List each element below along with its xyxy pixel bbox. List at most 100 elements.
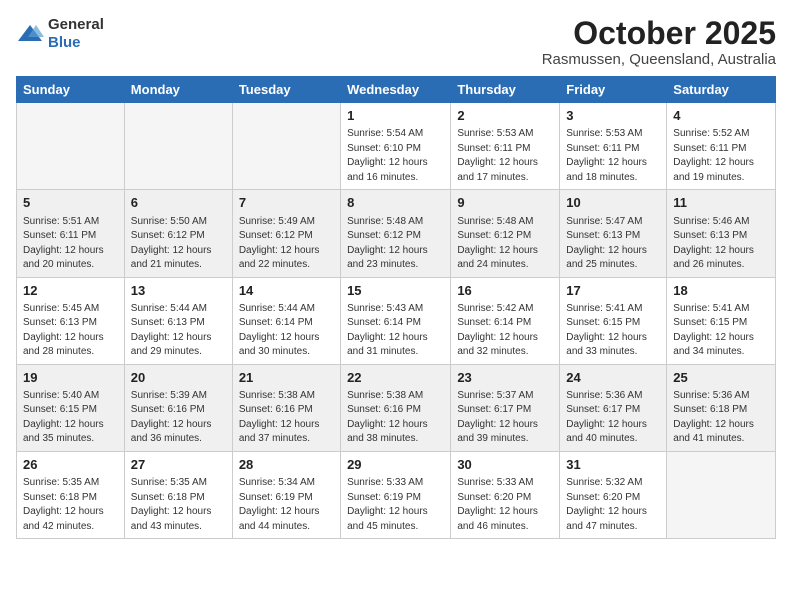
day-number: 31 <box>566 456 660 474</box>
calendar-cell: 27 Sunrise: 5:35 AM Sunset: 6:18 PM Dayli… <box>124 451 232 538</box>
day-info: Sunrise: 5:36 AM Sunset: 6:18 PM Dayligh… <box>673 389 769 447</box>
calendar-cell: 23 Sunrise: 5:37 AM Sunset: 6:17 PM Dayli… <box>451 364 560 451</box>
calendar-cell: 9 Sunrise: 5:48 AM Sunset: 6:12 PM Daylig… <box>451 190 560 277</box>
weekday-header-thursday: Thursday <box>451 77 560 103</box>
day-info: Sunrise: 5:47 AM Sunset: 6:13 PM Dayligh… <box>566 215 660 273</box>
day-info: Sunrise: 5:54 AM Sunset: 6:10 PM Dayligh… <box>347 127 444 185</box>
day-info: Sunrise: 5:35 AM Sunset: 6:18 PM Dayligh… <box>131 476 226 534</box>
logo-text-general: General <box>48 16 104 33</box>
day-info: Sunrise: 5:45 AM Sunset: 6:13 PM Dayligh… <box>23 302 118 360</box>
weekday-header-saturday: Saturday <box>667 77 776 103</box>
day-number: 3 <box>566 107 660 125</box>
day-number: 27 <box>131 456 226 474</box>
day-number: 1 <box>347 107 444 125</box>
day-info: Sunrise: 5:32 AM Sunset: 6:20 PM Dayligh… <box>566 476 660 534</box>
day-number: 22 <box>347 369 444 387</box>
day-info: Sunrise: 5:53 AM Sunset: 6:11 PM Dayligh… <box>566 127 660 185</box>
title-section: October 2025 Rasmussen, Queensland, Aust… <box>542 16 776 68</box>
day-info: Sunrise: 5:38 AM Sunset: 6:16 PM Dayligh… <box>239 389 334 447</box>
day-info: Sunrise: 5:46 AM Sunset: 6:13 PM Dayligh… <box>673 215 769 273</box>
calendar-cell: 19 Sunrise: 5:40 AM Sunset: 6:15 PM Dayli… <box>17 364 125 451</box>
day-info: Sunrise: 5:34 AM Sunset: 6:19 PM Dayligh… <box>239 476 334 534</box>
calendar-cell: 24Sunrise: 5:36 AM Sunset: 6:17 PM Dayli… <box>560 364 667 451</box>
day-number: 6 <box>131 194 226 212</box>
calendar-cell: 29 Sunrise: 5:33 AM Sunset: 6:19 PM Dayli… <box>341 451 451 538</box>
day-number: 23 <box>457 369 553 387</box>
day-info: Sunrise: 5:41 AM Sunset: 6:15 PM Dayligh… <box>566 302 660 360</box>
day-number: 14 <box>239 282 334 300</box>
day-number: 17 <box>566 282 660 300</box>
day-info: Sunrise: 5:49 AM Sunset: 6:12 PM Dayligh… <box>239 215 334 273</box>
calendar-cell: 18 Sunrise: 5:41 AM Sunset: 6:15 PM Dayli… <box>667 277 776 364</box>
header: General Blue October 2025 Rasmussen, Que… <box>16 16 776 68</box>
day-number: 11 <box>673 194 769 212</box>
calendar-cell: 31 Sunrise: 5:32 AM Sunset: 6:20 PM Dayli… <box>560 451 667 538</box>
day-number: 19 <box>23 369 118 387</box>
day-number: 12 <box>23 282 118 300</box>
calendar-cell <box>17 103 125 190</box>
calendar-cell: 5 Sunrise: 5:51 AM Sunset: 6:11 PM Daylig… <box>17 190 125 277</box>
day-info: Sunrise: 5:40 AM Sunset: 6:15 PM Dayligh… <box>23 389 118 447</box>
day-info: Sunrise: 5:48 AM Sunset: 6:12 PM Dayligh… <box>347 215 444 273</box>
logo: General Blue <box>16 16 104 52</box>
location-title: Rasmussen, Queensland, Australia <box>542 51 776 68</box>
day-number: 28 <box>239 456 334 474</box>
logo-icon <box>16 23 44 45</box>
day-number: 26 <box>23 456 118 474</box>
day-number: 8 <box>347 194 444 212</box>
day-info: Sunrise: 5:36 AM Sunset: 6:17 PM Dayligh… <box>566 389 660 447</box>
day-number: 18 <box>673 282 769 300</box>
calendar-cell: 25 Sunrise: 5:36 AM Sunset: 6:18 PM Dayli… <box>667 364 776 451</box>
day-number: 10 <box>566 194 660 212</box>
calendar-week-row: 26 Sunrise: 5:35 AM Sunset: 6:18 PM Dayli… <box>17 451 776 538</box>
calendar-cell: 17 Sunrise: 5:41 AM Sunset: 6:15 PM Dayli… <box>560 277 667 364</box>
day-number: 5 <box>23 194 118 212</box>
calendar-cell: 6Sunrise: 5:50 AM Sunset: 6:12 PM Daylig… <box>124 190 232 277</box>
day-info: Sunrise: 5:42 AM Sunset: 6:14 PM Dayligh… <box>457 302 553 360</box>
calendar-table: SundayMondayTuesdayWednesdayThursdayFrid… <box>16 76 776 539</box>
calendar-cell <box>667 451 776 538</box>
calendar-cell: 20Sunrise: 5:39 AM Sunset: 6:16 PM Dayli… <box>124 364 232 451</box>
day-number: 25 <box>673 369 769 387</box>
calendar-cell: 3 Sunrise: 5:53 AM Sunset: 6:11 PM Daylig… <box>560 103 667 190</box>
day-info: Sunrise: 5:51 AM Sunset: 6:11 PM Dayligh… <box>23 215 118 273</box>
calendar-cell: 12 Sunrise: 5:45 AM Sunset: 6:13 PM Dayli… <box>17 277 125 364</box>
day-info: Sunrise: 5:53 AM Sunset: 6:11 PM Dayligh… <box>457 127 553 185</box>
day-info: Sunrise: 5:35 AM Sunset: 6:18 PM Dayligh… <box>23 476 118 534</box>
weekday-header-sunday: Sunday <box>17 77 125 103</box>
calendar-cell: 15Sunrise: 5:43 AM Sunset: 6:14 PM Dayli… <box>341 277 451 364</box>
calendar-cell <box>232 103 340 190</box>
calendar-cell: 2 Sunrise: 5:53 AM Sunset: 6:11 PM Daylig… <box>451 103 560 190</box>
day-info: Sunrise: 5:38 AM Sunset: 6:16 PM Dayligh… <box>347 389 444 447</box>
page-container: General Blue October 2025 Rasmussen, Que… <box>0 0 792 547</box>
day-info: Sunrise: 5:41 AM Sunset: 6:15 PM Dayligh… <box>673 302 769 360</box>
day-info: Sunrise: 5:33 AM Sunset: 6:19 PM Dayligh… <box>347 476 444 534</box>
day-number: 16 <box>457 282 553 300</box>
day-info: Sunrise: 5:44 AM Sunset: 6:14 PM Dayligh… <box>239 302 334 360</box>
calendar-week-row: 19 Sunrise: 5:40 AM Sunset: 6:15 PM Dayli… <box>17 364 776 451</box>
day-info: Sunrise: 5:33 AM Sunset: 6:20 PM Dayligh… <box>457 476 553 534</box>
day-info: Sunrise: 5:52 AM Sunset: 6:11 PM Dayligh… <box>673 127 769 185</box>
day-number: 9 <box>457 194 553 212</box>
day-number: 2 <box>457 107 553 125</box>
weekday-header-tuesday: Tuesday <box>232 77 340 103</box>
month-title: October 2025 <box>542 16 776 51</box>
calendar-cell: 13Sunrise: 5:44 AM Sunset: 6:13 PM Dayli… <box>124 277 232 364</box>
day-number: 7 <box>239 194 334 212</box>
day-info: Sunrise: 5:39 AM Sunset: 6:16 PM Dayligh… <box>131 389 226 447</box>
weekday-header-monday: Monday <box>124 77 232 103</box>
day-number: 4 <box>673 107 769 125</box>
weekday-header-row: SundayMondayTuesdayWednesdayThursdayFrid… <box>17 77 776 103</box>
day-number: 29 <box>347 456 444 474</box>
day-number: 15 <box>347 282 444 300</box>
calendar-cell: 21Sunrise: 5:38 AM Sunset: 6:16 PM Dayli… <box>232 364 340 451</box>
day-info: Sunrise: 5:37 AM Sunset: 6:17 PM Dayligh… <box>457 389 553 447</box>
day-info: Sunrise: 5:44 AM Sunset: 6:13 PM Dayligh… <box>131 302 226 360</box>
weekday-header-friday: Friday <box>560 77 667 103</box>
weekday-header-wednesday: Wednesday <box>341 77 451 103</box>
calendar-cell: 4 Sunrise: 5:52 AM Sunset: 6:11 PM Daylig… <box>667 103 776 190</box>
calendar-cell: 10 Sunrise: 5:47 AM Sunset: 6:13 PM Dayli… <box>560 190 667 277</box>
calendar-week-row: 12 Sunrise: 5:45 AM Sunset: 6:13 PM Dayli… <box>17 277 776 364</box>
calendar-cell: 30Sunrise: 5:33 AM Sunset: 6:20 PM Dayli… <box>451 451 560 538</box>
day-info: Sunrise: 5:48 AM Sunset: 6:12 PM Dayligh… <box>457 215 553 273</box>
